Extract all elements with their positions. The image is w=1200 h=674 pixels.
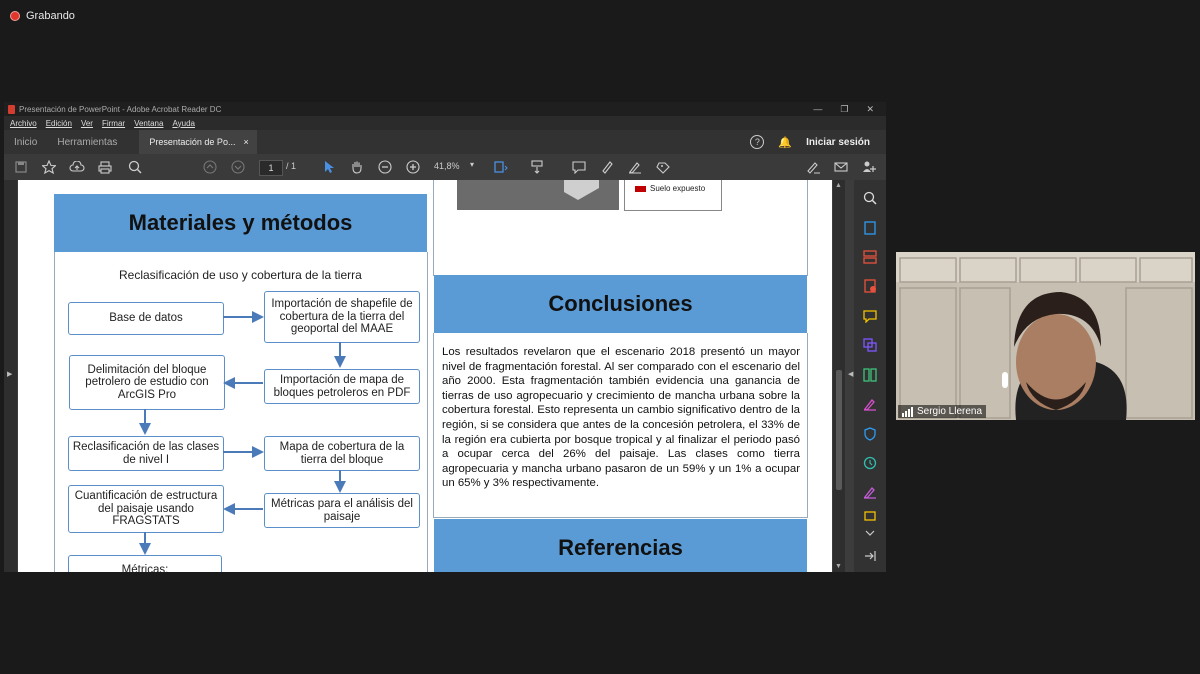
maximize-button[interactable]: ❐ [840,104,848,115]
close-button[interactable]: ✕ [866,104,874,115]
star-icon[interactable] [38,154,60,180]
protect-icon[interactable] [862,426,878,442]
recording-dot-icon [10,11,20,21]
help-icon[interactable]: ? [750,135,765,149]
collapse-right-panel-icon[interactable]: ◀ [848,370,853,378]
comment-icon[interactable] [568,154,590,180]
recording-label: Grabando [26,10,75,22]
highlight-pen-icon[interactable] [596,154,618,180]
acrobat-logo-icon [8,104,15,114]
scrollbar-thumb[interactable] [836,370,842,490]
scroll-up-icon[interactable]: ▲ [835,182,842,189]
sign-icon[interactable] [624,154,646,180]
mail-icon[interactable] [830,154,852,180]
conclusions-heading: Conclusiones [434,275,807,333]
scroll-mode-icon[interactable] [526,154,548,180]
request-signature-icon[interactable] [862,484,878,500]
zoom-in-icon[interactable] [402,154,424,180]
add-user-icon[interactable] [858,154,880,180]
vertical-scrollbar[interactable]: ▲ ▼ [833,180,845,572]
tab-close-icon[interactable]: × [243,137,248,147]
tab-document-label: Presentación de Po... [149,137,236,147]
acrobat-window: Presentación de PowerPoint - Adobe Acrob… [4,102,886,572]
menu-edicion[interactable]: Edición [46,119,72,128]
pdf-page: Materiales y métodos Reclasificación de … [18,180,832,572]
menu-ver[interactable]: Ver [81,119,93,128]
stamp-icon[interactable] [652,154,674,180]
participant-video-frame [896,252,1195,420]
document-area[interactable]: ▶ Materiales y métodos Reclasificación d… [4,180,854,572]
menu-ventana[interactable]: Ventana [134,119,163,128]
panel-chevron-down-icon[interactable] [862,525,878,541]
select-cursor-icon[interactable] [318,154,340,180]
fit-page-icon[interactable] [490,154,512,180]
menu-firmar[interactable]: Firmar [102,119,125,128]
hand-tool-icon[interactable] [346,154,368,180]
organize-pages-icon[interactable] [862,367,878,383]
page-total: / 1 [286,161,297,171]
participant-video[interactable]: Sergio Llerena [896,252,1195,420]
right-tools-panel: ◀ [848,180,886,572]
left-nav-strip[interactable]: ▶ [4,180,17,572]
search-icon[interactable] [124,154,146,180]
fill-sign-icon[interactable] [802,154,824,180]
zoom-out-icon[interactable] [374,154,396,180]
toolbar: 1 / 1 41,8% ▾ [4,154,886,180]
tab-inicio[interactable]: Inicio [4,130,47,154]
comment-tool-icon[interactable] [862,308,878,324]
create-pdf-icon[interactable] [862,249,878,265]
combine-files-icon[interactable] [862,337,878,353]
tab-document[interactable]: Presentación de Po... × [139,130,257,154]
tab-bar: Inicio Herramientas Presentación de Po..… [4,130,886,154]
next-page-icon[interactable] [227,154,249,180]
edit-pdf-icon[interactable] [862,278,878,294]
references-heading: Referencias [434,519,807,572]
optimize-icon[interactable] [862,455,878,471]
participant-name-tag: Sergio Llerena [898,405,987,418]
minimize-button[interactable]: — [813,104,822,115]
notifications-bell-icon[interactable]: 🔔 [778,136,792,149]
menu-archivo[interactable]: Archivo [10,119,37,128]
participant-name: Sergio Llerena [917,406,983,417]
save-icon[interactable] [10,154,32,180]
menu-ayuda[interactable]: Ayuda [172,119,195,128]
zoom-search-icon[interactable] [862,190,878,206]
print-icon[interactable] [94,154,116,180]
zoom-dropdown-icon[interactable]: ▾ [470,160,474,169]
collapse-panel-icon[interactable] [862,548,878,564]
window-title: Presentación de PowerPoint - Adobe Acrob… [19,104,222,114]
menu-bar: Archivo Edición Ver Firmar Ventana Ayuda [4,116,886,130]
title-bar: Presentación de PowerPoint - Adobe Acrob… [4,102,886,116]
fill-sign-tool-icon[interactable] [862,396,878,412]
tab-herramientas[interactable]: Herramientas [47,130,127,154]
signal-strength-icon [902,406,913,417]
flow-arrows [139,311,346,555]
export-pdf-icon[interactable] [862,220,878,236]
recording-indicator: Grabando [10,10,75,22]
expand-left-panel-icon[interactable]: ▶ [7,370,12,378]
map-panel [433,180,808,276]
page-number-input[interactable]: 1 [259,160,283,176]
conclusions-text: Los resultados revelaron que el escenari… [442,346,800,490]
signin-button[interactable]: Iniciar sesión [806,137,870,148]
zoom-level[interactable]: 41,8% [434,161,460,171]
more-tools-icon[interactable] [862,508,878,524]
upload-cloud-icon[interactable] [66,154,88,180]
previous-page-icon[interactable] [199,154,221,180]
scroll-down-icon[interactable]: ▼ [835,563,842,570]
